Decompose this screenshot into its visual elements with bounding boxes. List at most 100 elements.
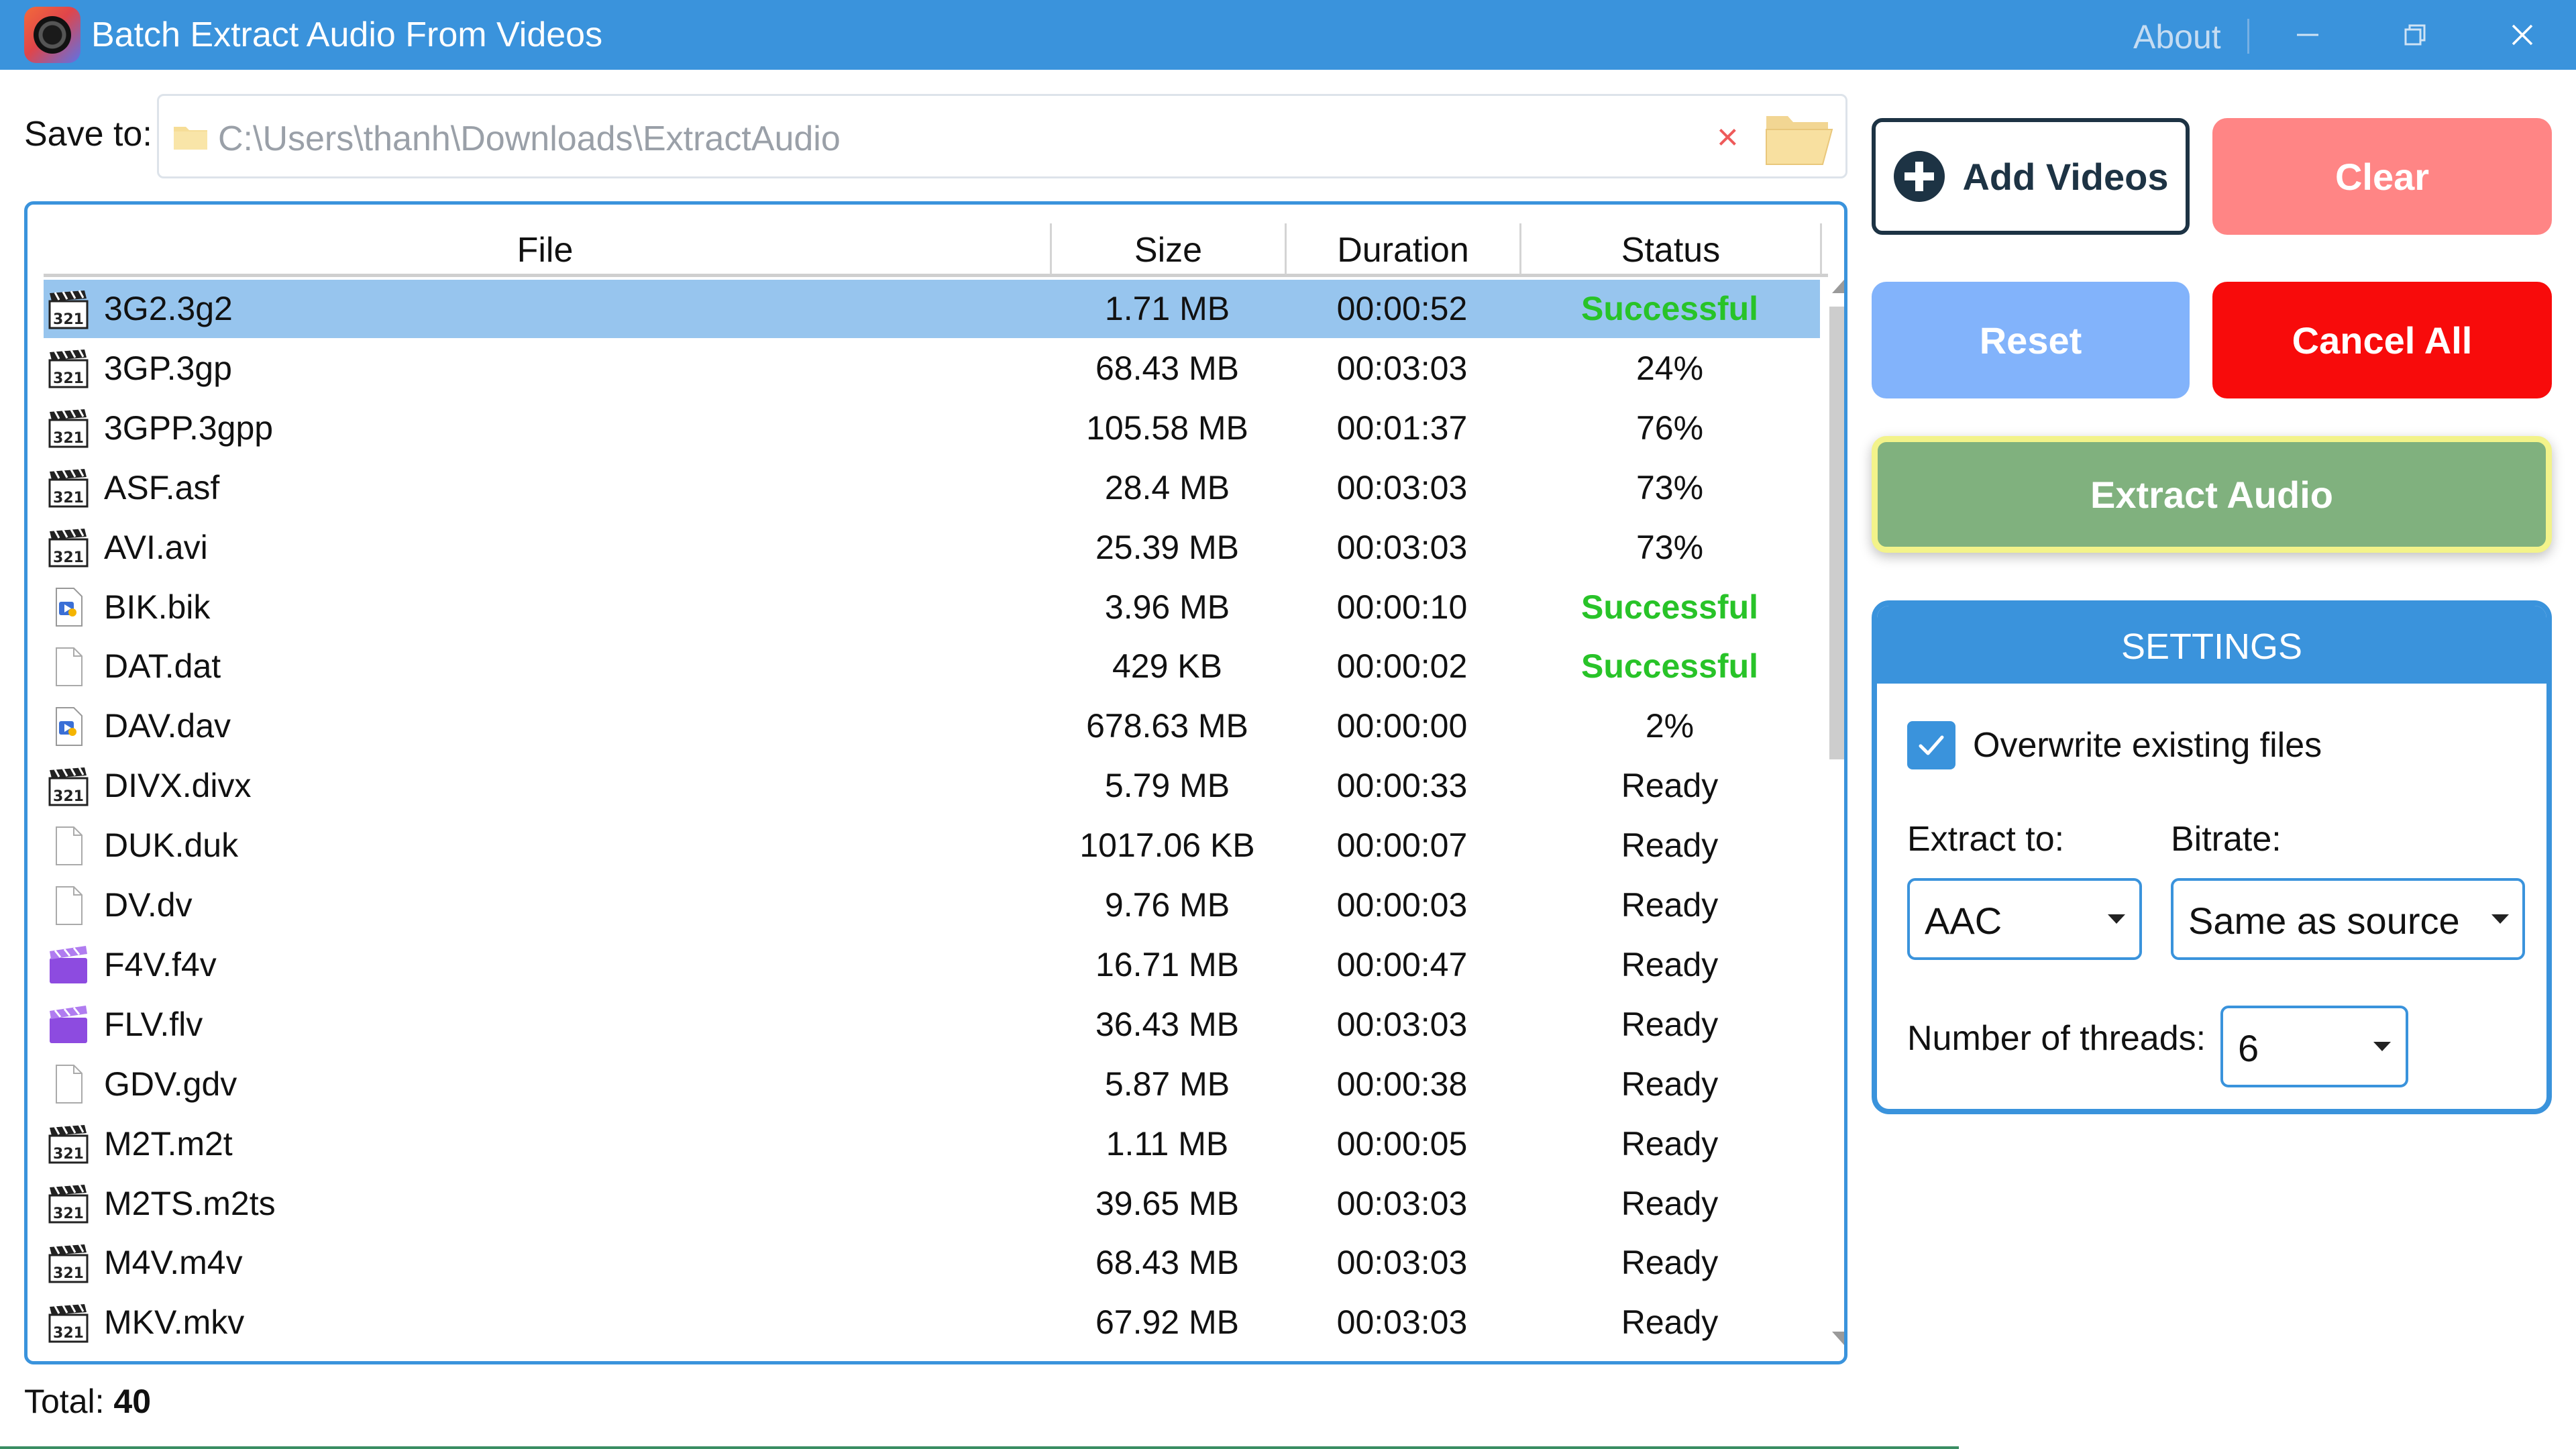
settings-title: SETTINGS bbox=[1877, 606, 2546, 684]
bitrate-label: Bitrate: bbox=[2171, 820, 2282, 859]
extract-to-dropdown[interactable]: AAC bbox=[1907, 878, 2142, 960]
vertical-scrollbar[interactable] bbox=[1825, 280, 1844, 1360]
file-status: Successful bbox=[1580, 588, 1758, 626]
table-row[interactable]: DAT.dat 429 KB 00:00:02 Successful bbox=[44, 637, 1820, 696]
table-row[interactable]: 321 AVI.avi 25.39 MB 00:03:03 73% bbox=[44, 519, 1820, 577]
file-size: 1.11 MB bbox=[1106, 1124, 1229, 1163]
overwrite-label[interactable]: Overwrite existing files bbox=[1973, 725, 2322, 765]
settings-panel: SETTINGS Overwrite existing files Extrac… bbox=[1872, 600, 2552, 1114]
table-row[interactable]: 321 3GP.3gp 68.43 MB 00:03:03 24% bbox=[44, 339, 1820, 398]
table-row[interactable]: 321 M2TS.m2ts 39.65 MB 00:03:03 Ready bbox=[44, 1175, 1820, 1233]
file-size: 1.71 MB bbox=[1104, 290, 1230, 327]
file-duration: 00:03:03 bbox=[1336, 1184, 1468, 1222]
bitrate-dropdown[interactable]: Same as source bbox=[2171, 878, 2525, 960]
table-row[interactable]: BIK.bik 3.96 MB 00:00:10 Successful bbox=[44, 578, 1820, 637]
extract-to-value: AAC bbox=[1925, 900, 2002, 942]
table-row[interactable]: DV.dv 9.76 MB 00:00:03 Ready bbox=[44, 876, 1820, 934]
table-row[interactable]: DAV.dav 678.63 MB 00:00:00 2% bbox=[44, 697, 1820, 755]
minimize-button[interactable] bbox=[2264, 0, 2351, 70]
add-videos-button[interactable]: Add Videos bbox=[1872, 118, 2190, 235]
chevron-down-icon bbox=[2491, 914, 2509, 924]
column-header-size[interactable]: Size bbox=[1052, 218, 1285, 274]
about-link[interactable]: About bbox=[2133, 0, 2221, 70]
table-row[interactable]: 321 M2T.m2t 1.11 MB 00:00:05 Ready bbox=[44, 1115, 1820, 1173]
svg-text:321: 321 bbox=[53, 490, 84, 506]
cancel-all-button[interactable]: Cancel All bbox=[2212, 282, 2552, 398]
file-duration: 00:00:52 bbox=[1336, 290, 1468, 327]
file-status: Ready bbox=[1621, 767, 1719, 805]
column-header-status[interactable]: Status bbox=[1521, 218, 1820, 274]
video-clapper-icon: 321 bbox=[45, 399, 92, 458]
close-window-button[interactable] bbox=[2479, 0, 2566, 70]
blank-file-icon bbox=[45, 1055, 92, 1114]
svg-text:321: 321 bbox=[53, 788, 84, 805]
title-bar: Batch Extract Audio From Videos About bbox=[0, 0, 2576, 70]
file-name: DIVX.divx bbox=[104, 767, 252, 805]
column-header-file[interactable]: File bbox=[44, 218, 1046, 274]
file-status: Ready bbox=[1621, 945, 1719, 983]
video-clapper-icon: 321 bbox=[45, 459, 92, 517]
clear-path-button[interactable]: × bbox=[1717, 115, 1739, 158]
restore-button[interactable] bbox=[2371, 0, 2459, 70]
scroll-up-arrow-icon[interactable] bbox=[1832, 280, 1844, 293]
file-size: 678.63 MB bbox=[1086, 707, 1248, 745]
svg-text:321: 321 bbox=[53, 370, 84, 387]
video-clapper-icon: 321 bbox=[45, 339, 92, 398]
threads-dropdown[interactable]: 6 bbox=[2220, 1006, 2408, 1087]
file-size: 9.76 MB bbox=[1104, 886, 1230, 924]
svg-text:321: 321 bbox=[53, 1265, 84, 1282]
extract-audio-button[interactable]: Extract Audio bbox=[1872, 436, 2552, 553]
video-clapper-icon: 321 bbox=[45, 1115, 92, 1173]
file-size: 68.43 MB bbox=[1095, 349, 1239, 387]
reset-button[interactable]: Reset bbox=[1872, 282, 2190, 398]
file-size: 28.4 MB bbox=[1104, 468, 1230, 506]
table-row[interactable]: 321 3G2.3g2 1.71 MB 00:00:52 Successful bbox=[44, 280, 1820, 338]
save-path-field[interactable]: C:\Users\thanh\Downloads\ExtractAudio × bbox=[157, 94, 1847, 178]
column-header-duration[interactable]: Duration bbox=[1287, 218, 1519, 274]
table-row[interactable]: 321 3GPP.3gpp 105.58 MB 00:01:37 76% bbox=[44, 399, 1820, 458]
scrollbar-thumb[interactable] bbox=[1829, 307, 1844, 759]
table-row[interactable]: FLV.flv 36.43 MB 00:03:03 Ready bbox=[44, 996, 1820, 1054]
total-value: 40 bbox=[113, 1383, 152, 1420]
save-path-text[interactable]: C:\Users\thanh\Downloads\ExtractAudio bbox=[218, 119, 841, 159]
file-list[interactable]: File Size Duration Status 321 3G2.3g2 1.71… bbox=[24, 201, 1847, 1364]
folder-icon bbox=[174, 127, 207, 150]
table-row[interactable]: F4V.f4v 16.71 MB 00:00:47 Ready bbox=[44, 936, 1820, 994]
window-title: Batch Extract Audio From Videos bbox=[91, 15, 603, 54]
total-count: Total: 40 bbox=[24, 1382, 151, 1421]
overwrite-checkbox[interactable] bbox=[1907, 721, 1955, 769]
video-clapper-icon: 321 bbox=[45, 1293, 92, 1352]
file-name: MKV.mkv bbox=[104, 1303, 245, 1342]
table-row[interactable]: 321 M4V.m4v 68.43 MB 00:03:03 Ready bbox=[44, 1234, 1820, 1292]
file-name: ASF.asf bbox=[104, 468, 220, 506]
file-name: DV.dv bbox=[104, 886, 193, 924]
table-row[interactable]: 321 ASF.asf 28.4 MB 00:03:03 73% bbox=[44, 459, 1820, 517]
chevron-down-icon bbox=[2373, 1042, 2391, 1051]
close-icon bbox=[2512, 24, 2533, 46]
extract-to-label: Extract to: bbox=[1907, 820, 2065, 859]
file-size: 5.79 MB bbox=[1104, 767, 1230, 805]
file-size: 67.92 MB bbox=[1095, 1303, 1239, 1342]
file-status: Ready bbox=[1621, 1184, 1719, 1222]
svg-text:321: 321 bbox=[53, 549, 84, 566]
file-status: 2% bbox=[1645, 707, 1695, 745]
file-size: 5.87 MB bbox=[1104, 1065, 1230, 1103]
browse-folder-icon[interactable] bbox=[1764, 109, 1835, 167]
file-status: 73% bbox=[1635, 468, 1704, 506]
file-name: DUK.duk bbox=[104, 826, 239, 865]
clear-button[interactable]: Clear bbox=[2212, 118, 2552, 235]
table-row[interactable]: GDV.gdv 5.87 MB 00:00:38 Ready bbox=[44, 1055, 1820, 1114]
table-row[interactable]: 321 DIVX.divx 5.79 MB 00:00:33 Ready bbox=[44, 757, 1820, 815]
file-duration: 00:00:00 bbox=[1336, 707, 1468, 745]
file-duration: 00:03:03 bbox=[1336, 528, 1468, 566]
app-logo-icon bbox=[24, 7, 80, 63]
scroll-down-arrow-icon[interactable] bbox=[1832, 1332, 1844, 1345]
file-name: 3GPP.3gpp bbox=[104, 409, 274, 447]
bitrate-value: Same as source bbox=[2188, 900, 2460, 942]
file-name: F4V.f4v bbox=[104, 945, 217, 983]
restore-icon bbox=[2404, 24, 2426, 46]
table-row[interactable]: DUK.duk 1017.06 KB 00:00:07 Ready bbox=[44, 816, 1820, 875]
table-row[interactable]: 321 MKV.mkv 67.92 MB 00:03:03 Ready bbox=[44, 1293, 1820, 1352]
file-duration: 00:00:10 bbox=[1336, 588, 1468, 626]
file-duration: 00:00:05 bbox=[1336, 1124, 1468, 1163]
